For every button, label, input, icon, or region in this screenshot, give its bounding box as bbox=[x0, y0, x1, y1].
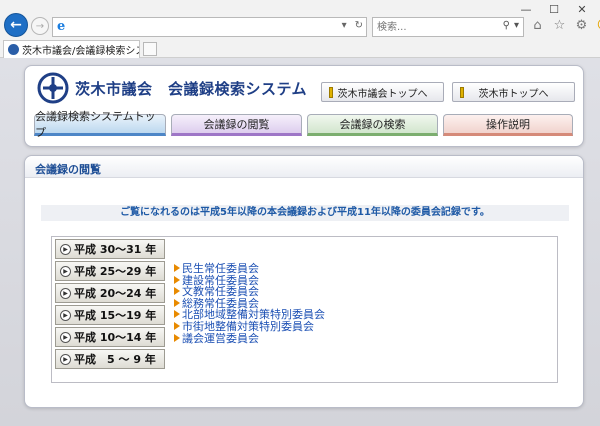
dropdown-icon[interactable]: ▾ bbox=[342, 20, 347, 31]
tab-title: 茨木市議会/会議録検索シス... bbox=[22, 46, 139, 57]
feedback-smiley-icon[interactable]: ☺ bbox=[596, 17, 600, 34]
search-dropdown-icon[interactable]: ▾ bbox=[514, 20, 519, 31]
committee-list: 民生常任委員会 建設常任委員会 文教常任委員会 総務常任委員会 北部地域整備対策… bbox=[174, 263, 325, 344]
refresh-icon[interactable]: ↻ bbox=[355, 20, 363, 31]
address-bar[interactable]: e ▾ ↻ bbox=[52, 17, 367, 37]
window-controls: — ☐ ✕ bbox=[512, 2, 596, 16]
orange-arrow-icon bbox=[174, 264, 180, 272]
close-window-icon[interactable]: ✕ bbox=[568, 2, 596, 16]
orange-arrow-icon bbox=[174, 298, 180, 307]
council-top-link[interactable]: 茨木市議会トップへ bbox=[321, 82, 444, 102]
bar-icon bbox=[329, 87, 333, 98]
arrow-circle-icon: ▶ bbox=[60, 265, 71, 277]
notice-text: ご覧になれるのは平成5年以降の本会議録および平成11年以降の委員会記録です。 bbox=[41, 205, 569, 221]
orange-arrow-icon bbox=[174, 287, 180, 296]
orange-arrow-icon bbox=[174, 321, 180, 330]
orange-arrow-icon bbox=[174, 310, 180, 319]
arrow-circle-icon: ▶ bbox=[60, 243, 71, 255]
year-button[interactable]: ▶ 平成 25～29 年 bbox=[55, 261, 165, 281]
arrow-circle-icon: ▶ bbox=[60, 331, 71, 343]
maximize-icon[interactable]: ☐ bbox=[540, 2, 568, 16]
nav-system-top[interactable]: 会議録検索システムトップ bbox=[34, 110, 166, 139]
content-panel: 会議録の閲覧 ご覧になれるのは平成5年以降の本会議録および平成11年以降の委員会… bbox=[24, 155, 584, 408]
city-top-link[interactable]: 茨木市トップへ bbox=[452, 82, 575, 102]
year-button[interactable]: ▶ 平成 5 ～ 9 年 bbox=[55, 349, 165, 369]
minimize-icon[interactable]: — bbox=[512, 2, 540, 16]
back-arrow-icon[interactable]: ← bbox=[4, 13, 28, 37]
page: 茨木市議会 会議録検索システム 茨木市議会トップへ 茨木市トップへ 会議録検索シ… bbox=[0, 58, 600, 426]
nav-browse-minutes[interactable]: 会議録の閲覧 bbox=[171, 114, 302, 136]
year-list: ▶ 平成 30～31 年 ▶ 平成 25～29 年 ▶ 平成 20～24 年 ▶ 平成 … bbox=[55, 239, 169, 371]
site-favicon-icon bbox=[8, 44, 19, 55]
city-emblem-icon bbox=[37, 72, 69, 104]
year-button[interactable]: ▶ 平成 10～14 年 bbox=[55, 327, 165, 347]
favorites-star-icon[interactable]: ☆ bbox=[552, 17, 567, 34]
committee-link[interactable]: 議会運営委員会 bbox=[174, 332, 325, 345]
arrow-circle-icon: ▶ bbox=[60, 309, 71, 321]
bar-icon bbox=[460, 87, 464, 98]
year-button[interactable]: ▶ 平成 15～19 年 bbox=[55, 305, 165, 325]
orange-arrow-icon bbox=[174, 275, 180, 284]
toolbar-icons: ⌂ ☆ ⚙ ☺ bbox=[530, 17, 600, 34]
new-tab-button[interactable] bbox=[143, 42, 157, 56]
site-title: 茨木市議会 会議録検索システム bbox=[75, 80, 308, 98]
orange-arrow-icon bbox=[174, 333, 180, 342]
browser-chrome: — ☐ ✕ ← → e ▾ ↻ ⚲ ▾ ⌂ ☆ ⚙ ☺ 茨木市議会/会議録検索シ… bbox=[0, 0, 600, 58]
home-icon[interactable]: ⌂ bbox=[530, 17, 545, 34]
nav-instructions[interactable]: 操作説明 bbox=[443, 114, 573, 136]
site-header: 茨木市議会 会議録検索システム 茨木市議会トップへ 茨木市トップへ 会議録検索シ… bbox=[24, 65, 584, 147]
search-input[interactable] bbox=[377, 18, 489, 36]
forward-arrow-icon[interactable]: → bbox=[31, 17, 49, 35]
arrow-circle-icon: ▶ bbox=[60, 287, 71, 299]
search-icon[interactable]: ⚲ bbox=[503, 20, 510, 31]
year-button[interactable]: ▶ 平成 20～24 年 bbox=[55, 283, 165, 303]
nav-search-minutes[interactable]: 会議録の検索 bbox=[307, 114, 438, 136]
browser-tab[interactable]: 茨木市議会/会議録検索シス... ✕ bbox=[3, 40, 140, 58]
ie-icon: e bbox=[57, 19, 66, 34]
year-button[interactable]: ▶ 平成 30～31 年 bbox=[55, 239, 165, 259]
settings-gear-icon[interactable]: ⚙ bbox=[574, 17, 589, 34]
section-title: 会議録の閲覧 bbox=[25, 156, 583, 178]
search-box[interactable]: ⚲ ▾ bbox=[372, 17, 524, 37]
arrow-circle-icon: ▶ bbox=[60, 353, 71, 365]
